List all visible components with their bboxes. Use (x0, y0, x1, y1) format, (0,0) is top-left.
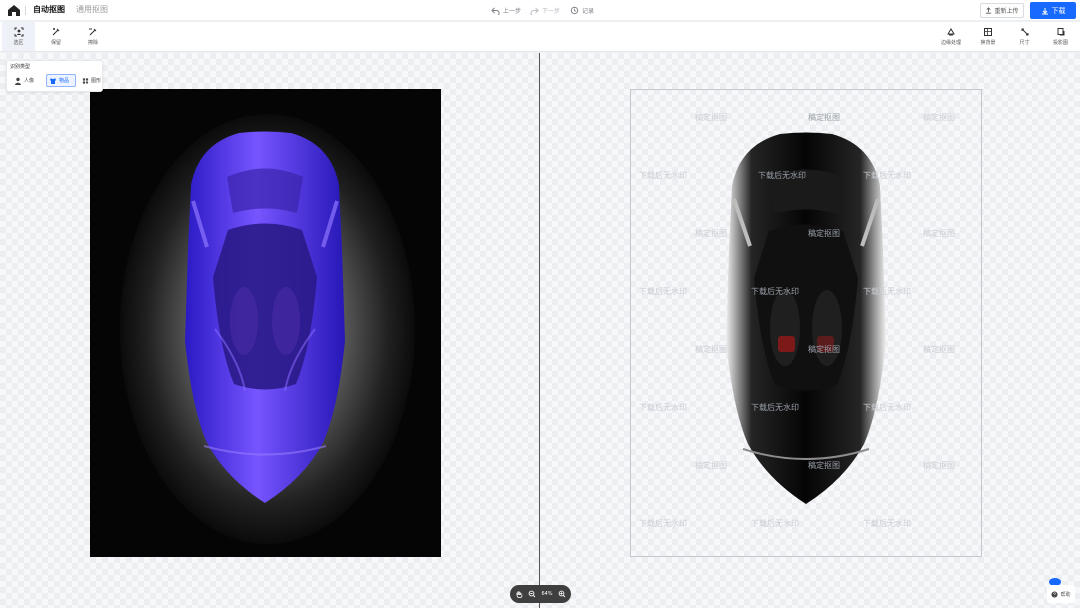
background-icon (984, 28, 992, 36)
hand-pan-icon[interactable] (515, 590, 523, 598)
history-record-button[interactable]: 记录 (570, 5, 594, 16)
tool-shadow-label: 投影图 (1052, 40, 1068, 46)
editor-toolbar: 选区 保留 擦除 边缘处理 换背景 尺寸 投影图 (0, 22, 1080, 52)
redo-label: 下一步 (542, 8, 561, 15)
mode-portrait[interactable]: 人像 (11, 74, 41, 87)
history-icon (570, 6, 579, 15)
reupload-button[interactable]: 重新上传 (980, 3, 1024, 18)
tool-shadow[interactable]: 投影图 (1042, 22, 1079, 51)
help-icon (1051, 590, 1059, 598)
tool-size[interactable]: 尺寸 (1007, 22, 1042, 51)
keep-brush-icon (52, 28, 60, 36)
watermark-text: 下载后无水印 (639, 171, 687, 180)
shadow-icon (1057, 28, 1064, 36)
tool-change-background[interactable]: 换背景 (972, 22, 1004, 51)
watermark-text: 稿定抠图 (695, 345, 727, 354)
top-navigation-bar: 自动抠图 通用抠图 上一步 下一步 记录 重新上传 下载 (0, 0, 1080, 21)
tool-edge-label: 边缘处理 (940, 40, 961, 46)
watermark-text: 稿定抠图 (695, 229, 727, 238)
tool-keep-label: 保留 (50, 40, 61, 46)
car-selection-overlay (185, 131, 345, 503)
selection-icon (14, 27, 23, 37)
undo-button[interactable]: 上一步 (491, 5, 521, 16)
cutout-preview-canvas[interactable]: 稿定抠图 稿定抠图 稿定抠图 下载后无水印 下载后无水印 下载后无水印 稿定抠图… (630, 89, 982, 557)
mode-item-label: 物品 (59, 78, 70, 84)
tool-erase[interactable]: 擦除 (78, 22, 108, 51)
tab-general-cutout[interactable]: 通用抠图 (76, 5, 108, 15)
home-icon[interactable] (6, 3, 22, 18)
tool-keep[interactable]: 保留 (41, 22, 71, 51)
watermark-text: 下载后无水印 (639, 403, 687, 412)
mode-item[interactable]: 物品 (46, 74, 76, 87)
watermark-text: 下载后无水印 (639, 287, 687, 296)
graphic-icon (82, 77, 89, 84)
watermark-text: 稿定抠图 (695, 113, 727, 122)
watermark-text: 稿定抠图 (923, 345, 955, 354)
download-button[interactable]: 下载 (1030, 2, 1076, 19)
recognition-title: 识别类型 (10, 64, 31, 70)
recognition-type-panel: 识别类型 人像 物品 图形 (6, 60, 103, 92)
tool-size-label: 尺寸 (1019, 40, 1030, 46)
upload-icon (986, 7, 992, 14)
portrait-icon (15, 77, 21, 85)
tool-edge-processing[interactable]: 边缘处理 (932, 22, 970, 51)
redo-button[interactable]: 下一步 (530, 5, 560, 16)
watermark-text: 稿定抠图 (923, 461, 955, 470)
zoom-controls: 64% (510, 585, 571, 603)
black-car-cutout (726, 132, 886, 504)
mode-graphic[interactable]: 图形 (79, 74, 104, 87)
zoom-level: 64% (541, 591, 553, 597)
mode-graphic-label: 图形 (90, 78, 101, 84)
erase-brush-icon (89, 28, 97, 36)
watermark-text: 稿定抠图 (923, 229, 955, 238)
undo-label: 上一步 (503, 8, 522, 15)
history-record-label: 记录 (582, 8, 595, 15)
redo-icon (530, 7, 539, 15)
tab-auto-cutout[interactable]: 自动抠图 (33, 5, 65, 15)
reupload-label: 重新上传 (994, 8, 1019, 15)
edge-processing-icon (947, 28, 955, 36)
watermark-text: 下载后无水印 (751, 519, 799, 528)
help-button[interactable]: 帮助 (1047, 585, 1075, 603)
image-cutout-editor: 自动抠图 通用抠图 上一步 下一步 记录 重新上传 下载 选区 保留 擦除 边缘… (0, 0, 1080, 608)
split-divider[interactable] (539, 53, 540, 608)
undo-icon (491, 7, 500, 15)
title-separator (25, 6, 26, 15)
watermark-text: 稿定抠图 (808, 113, 840, 122)
watermark-text: 下载后无水印 (639, 519, 687, 528)
help-label: 帮助 (1060, 591, 1071, 598)
watermark-text: 下载后无水印 (863, 519, 911, 528)
zoom-in-icon[interactable] (558, 590, 566, 598)
tool-erase-label: 擦除 (87, 40, 98, 46)
tool-background-label: 换背景 (980, 40, 996, 46)
download-icon (1041, 7, 1048, 14)
tool-selection-label: 选区 (13, 40, 24, 46)
watermark-text: 稿定抠图 (923, 113, 955, 122)
watermark-text: 稿定抠图 (695, 461, 727, 470)
download-label: 下载 (1051, 6, 1066, 15)
shirt-icon (50, 77, 56, 84)
mode-portrait-label: 人像 (24, 78, 35, 84)
original-image-canvas[interactable] (90, 89, 441, 557)
zoom-out-icon[interactable] (528, 590, 536, 598)
tool-selection[interactable]: 选区 (2, 22, 35, 51)
size-icon (1021, 28, 1028, 36)
